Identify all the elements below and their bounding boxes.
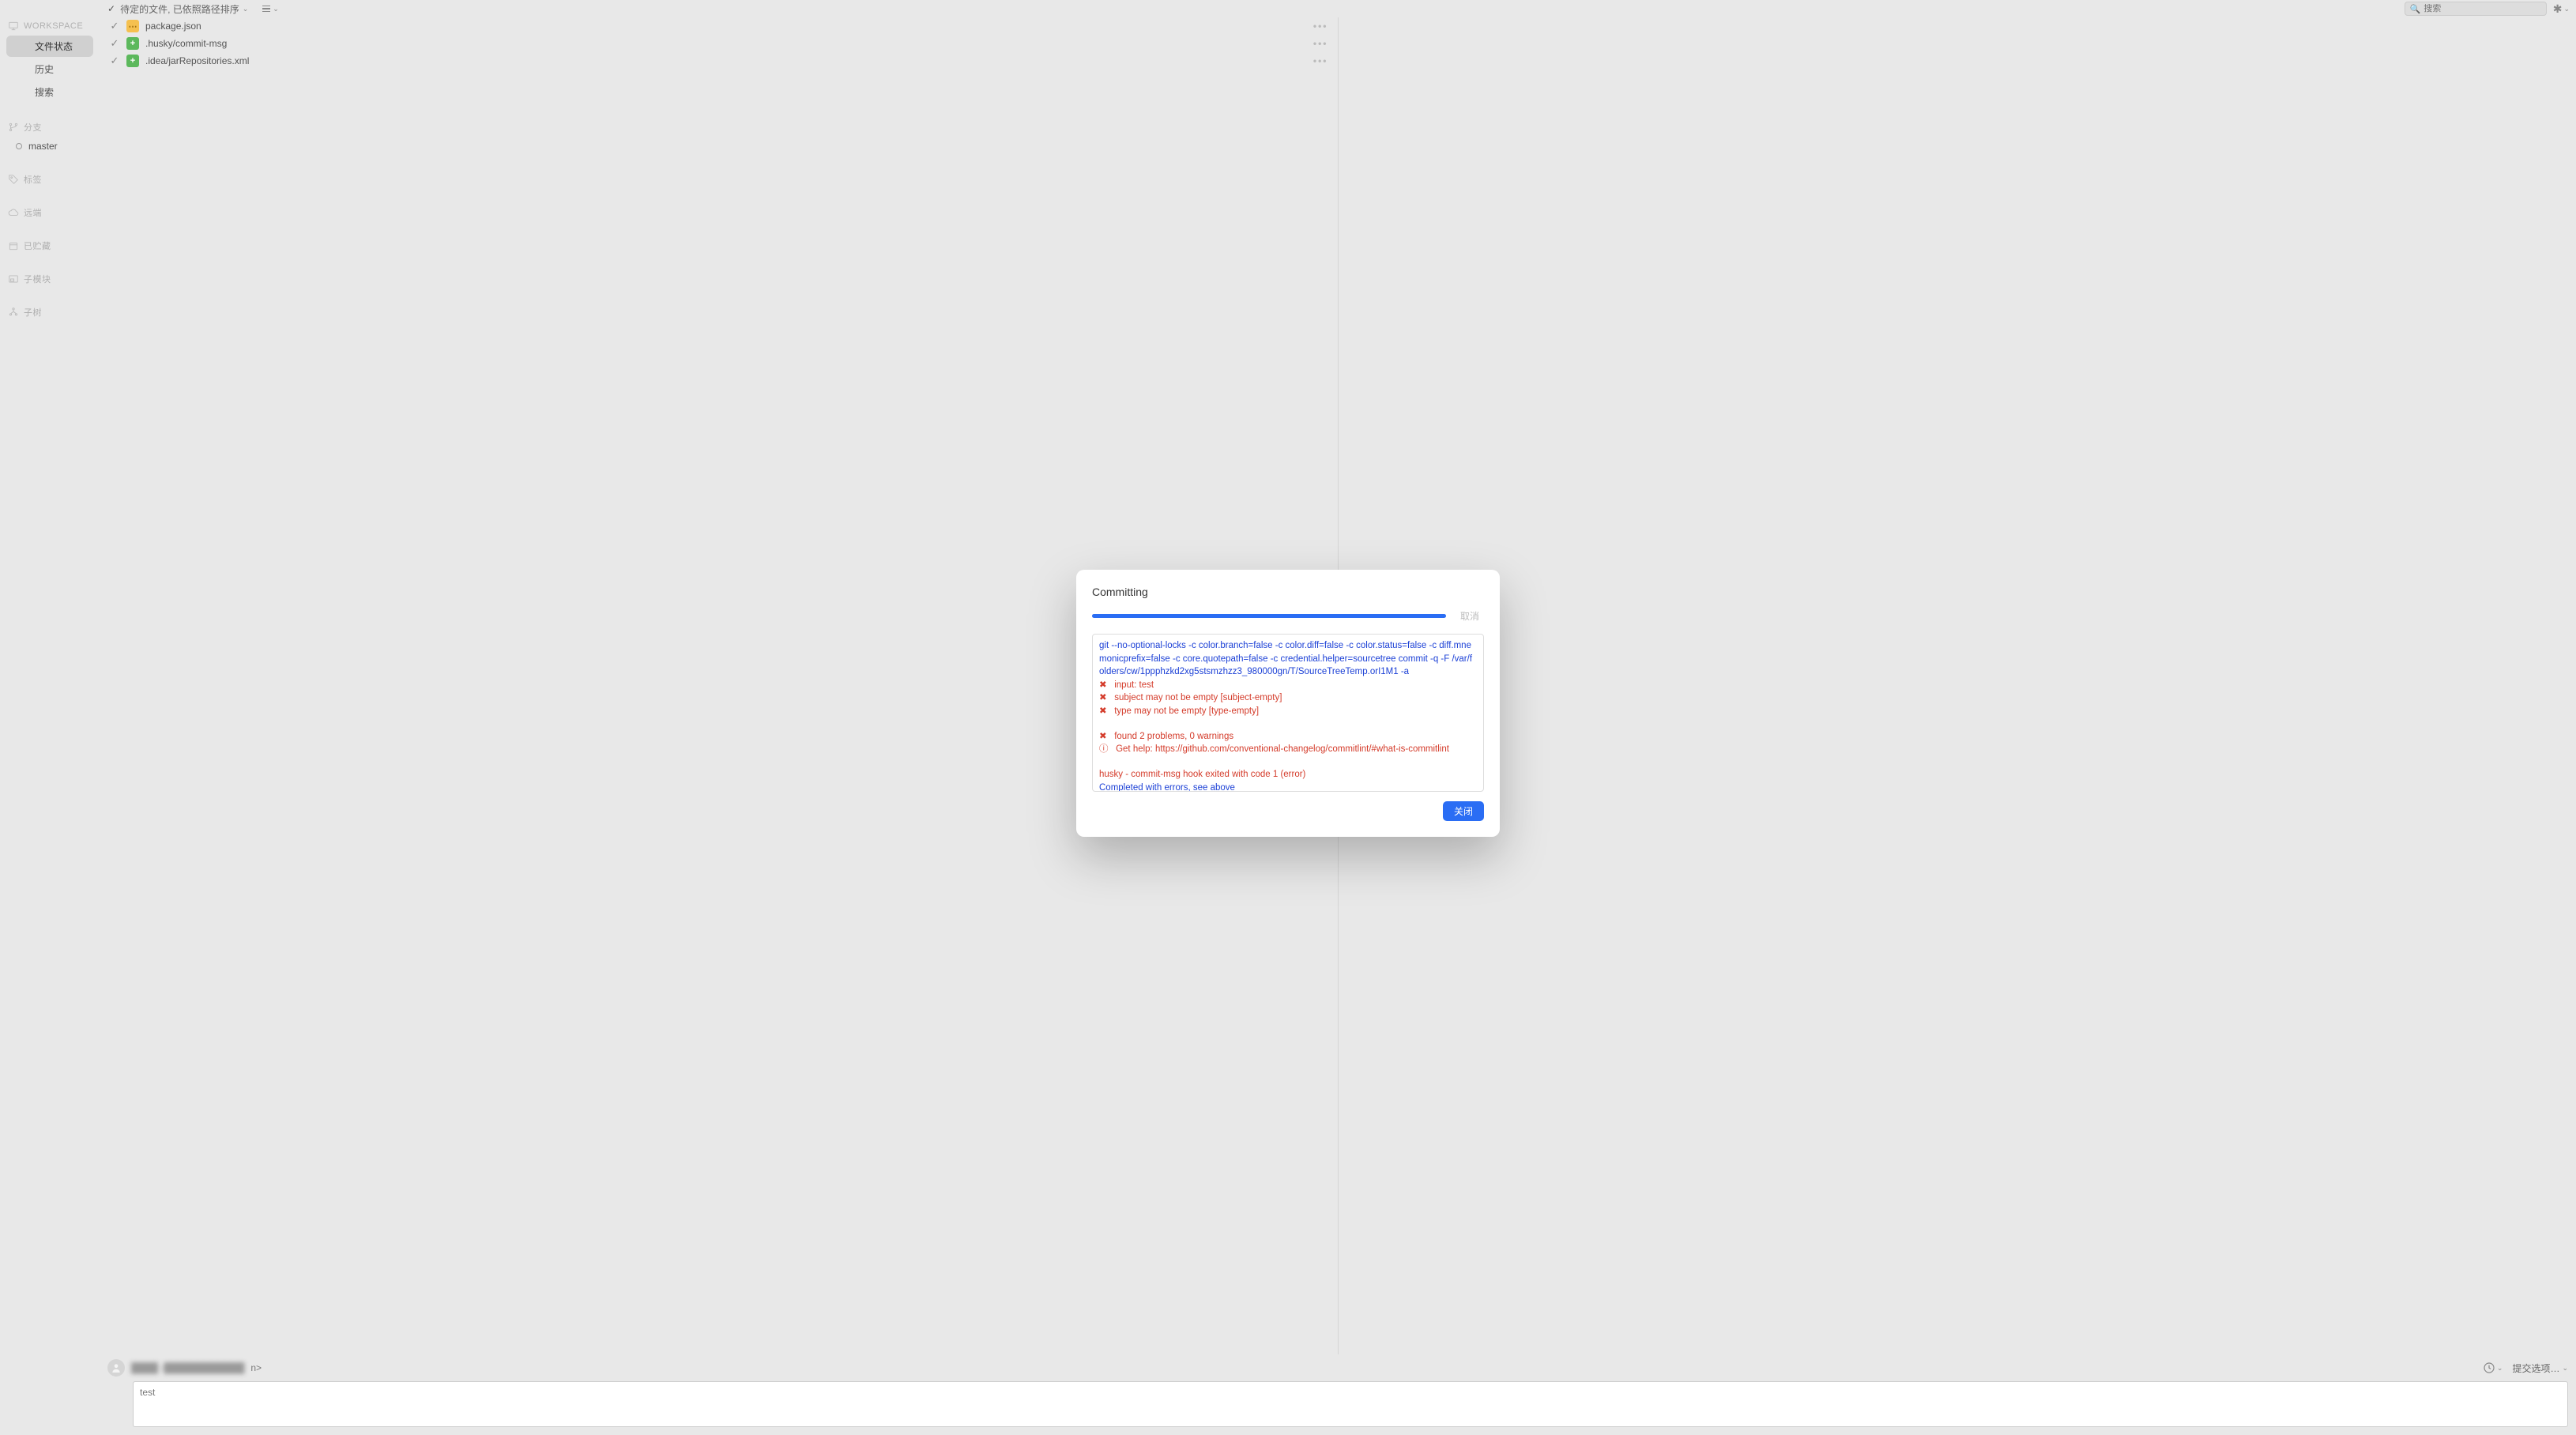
gear-icon: ✱ [2553,2,2563,16]
file-row[interactable]: ✓ ⋯ package.json ••• [100,17,1338,35]
submodule-icon [8,273,19,284]
search-icon: 🔍 [2410,4,2421,14]
sidebar-section-branches[interactable]: 分支 [0,118,100,137]
progress-fill [1092,614,1446,618]
sidebar-item-label: 搜索 [35,85,54,99]
view-mode-dropdown[interactable]: ⌄ [262,5,279,13]
settings-dropdown[interactable]: ✱ ⌄ [2553,2,2570,16]
cancel-button[interactable]: 取消 [1456,608,1484,624]
file-row[interactable]: ✓ + .idea/jarRepositories.xml ••• [100,52,1338,70]
log-output[interactable]: git --no-optional-locks -c color.branch=… [1092,634,1484,792]
file-modified-icon: ⋯ [126,20,139,32]
sidebar-section-tags[interactable]: 标签 [0,170,100,189]
log-error-line: ✖ found 2 problems, 0 warnings [1099,732,1233,741]
sidebar-item-label: 历史 [35,62,54,76]
sidebar-branch-master[interactable]: master [0,137,100,156]
file-sort-label: 待定的文件, 已依照路径排序 [120,2,239,16]
chevron-down-icon: ⌄ [243,5,249,13]
tag-icon [8,174,19,185]
clock-icon [2483,1362,2495,1374]
log-error-line: ✖ type may not be empty [type-empty] [1099,706,1259,716]
file-checkbox[interactable]: ✓ [109,37,120,50]
file-name: .idea/jarRepositories.xml [145,55,249,66]
subtree-icon [8,307,19,318]
search-input[interactable] [2423,4,2540,13]
file-added-icon: + [126,55,139,67]
chevron-down-icon: ⌄ [2562,1364,2568,1373]
progress-bar [1092,614,1446,618]
branches-label: 分支 [24,121,42,134]
close-button[interactable]: 关闭 [1443,801,1484,821]
log-error-line: ✖ input: test [1099,680,1154,690]
commit-options-dropdown[interactable]: 提交选项… ⌄ [2512,1362,2568,1375]
sidebar: WORKSPACE 文件状态 历史 搜索 分支 master 标签 [0,17,100,1435]
sidebar-item-history[interactable]: 历史 [6,58,93,80]
commit-options-label: 提交选项… [2512,1362,2559,1375]
chevron-down-icon: ⌄ [2497,1364,2503,1373]
file-checkbox[interactable]: ✓ [109,55,120,67]
chevron-down-icon: ⌄ [273,5,279,13]
commit-bar: ████ ‹████████████ n> ⌄ 提交选项… ⌄ [100,1354,2576,1435]
tags-label: 标签 [24,173,42,186]
chevron-down-icon: ⌄ [2563,5,2570,13]
diff-pane [1339,17,2576,1354]
commit-history-dropdown[interactable]: ⌄ [2483,1362,2503,1374]
remotes-label: 远端 [24,206,42,219]
file-sort-dropdown[interactable]: 待定的文件, 已依照路径排序 ⌄ [120,2,248,16]
file-more-icon[interactable]: ••• [1313,55,1328,66]
search-box[interactable]: 🔍 [2405,2,2547,16]
log-completion-line: Completed with errors, see above [1099,783,1235,792]
sidebar-item-search[interactable]: 搜索 [6,81,93,103]
sidebar-section-subtrees[interactable]: 子树 [0,303,100,322]
sidebar-section-stashed[interactable]: 已贮藏 [0,236,100,255]
avatar [107,1359,125,1377]
submodules-label: 子模块 [24,273,51,285]
commit-message-text: test [140,1387,155,1398]
log-command: git --no-optional-locks -c color.branch=… [1099,641,1472,676]
file-more-icon[interactable]: ••• [1313,21,1328,32]
sidebar-section-submodules[interactable]: 子模块 [0,269,100,288]
workspace-label: WORKSPACE [24,21,83,31]
branch-name: master [28,141,58,152]
log-error-line: ⓘ Get help: https://github.com/conventio… [1099,744,1449,754]
current-branch-indicator-icon [16,143,22,149]
subtrees-label: 子树 [24,306,42,318]
sidebar-item-file-status[interactable]: 文件状态 [6,36,93,57]
log-error-line: ✖ subject may not be empty [subject-empt… [1099,693,1282,702]
user-icon [111,1362,122,1373]
stashed-label: 已贮藏 [24,239,51,252]
cloud-icon [8,207,19,218]
dialog-title: Committing [1092,586,1484,598]
commit-author: ████ ‹████████████ [131,1362,244,1373]
file-row[interactable]: ✓ + .husky/commit-msg ••• [100,35,1338,52]
topbar: ✓ 待定的文件, 已依照路径排序 ⌄ ⌄ 🔍 ✱ ⌄ [0,0,2576,17]
file-checkbox[interactable]: ✓ [109,20,120,32]
log-error-line: husky - commit-msg hook exited with code… [1099,770,1305,779]
file-name: .husky/commit-msg [145,38,227,49]
stash-icon [8,240,19,251]
sidebar-section-remotes[interactable]: 远端 [0,203,100,222]
sidebar-section-workspace[interactable]: WORKSPACE [0,17,100,35]
committing-dialog: Committing 取消 git --no-optional-locks -c… [1076,570,1500,837]
commit-author-suffix: n> [250,1362,262,1373]
file-more-icon[interactable]: ••• [1313,38,1328,49]
monitor-icon [8,21,19,32]
file-added-icon: + [126,37,139,50]
branch-icon [8,122,19,133]
stage-all-check[interactable]: ✓ [107,3,115,14]
commit-message-input[interactable]: test [133,1381,2568,1427]
file-name: package.json [145,21,201,32]
sidebar-item-label: 文件状态 [35,40,73,53]
list-icon [262,6,270,13]
